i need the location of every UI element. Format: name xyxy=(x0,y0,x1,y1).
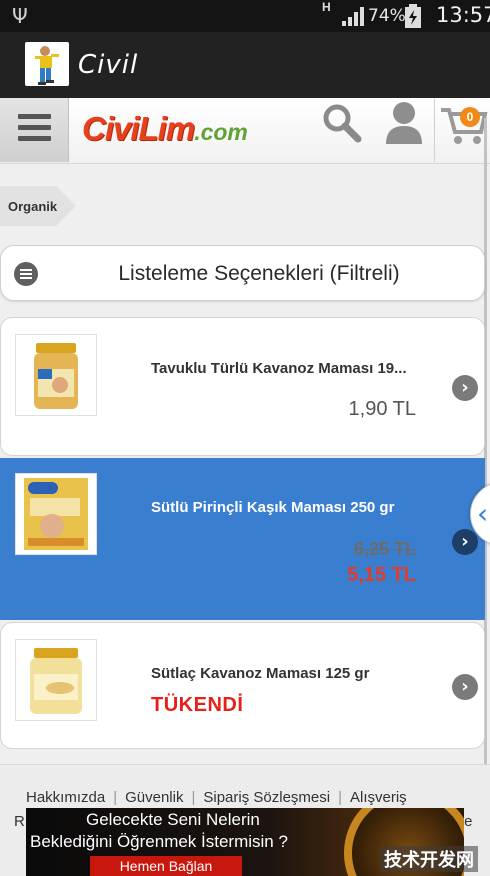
status-bar: Ψ H 74% 13:57 xyxy=(0,0,490,32)
network-type: H xyxy=(322,0,331,14)
product-row-selected[interactable]: Sütlü Pirinçli Kaşık Maması 250 gr 6,25 … xyxy=(0,458,485,620)
user-icon[interactable] xyxy=(382,100,426,146)
site-logo[interactable]: CiviLim.com xyxy=(82,110,248,148)
filter-title: Listeleme Seçenekleri (Filtreli) xyxy=(118,262,400,285)
filter-bar[interactable]: Listeleme Seçenekleri (Filtreli) xyxy=(0,245,485,301)
site-header: CiviLim.com xyxy=(0,98,490,164)
cart-icon xyxy=(441,108,488,144)
footer-link-order-agreement[interactable]: Sipariş Sözleşmesi xyxy=(203,789,330,806)
product-name: Tavuklu Türlü Kavanoz Maması 19... xyxy=(151,360,407,377)
product-image xyxy=(15,334,97,416)
site-logo-main: CiviLim xyxy=(82,110,195,147)
footer-link-shopping[interactable]: Alışveriş xyxy=(350,789,407,806)
app-bar: Civil xyxy=(0,32,490,98)
cereal-box-icon xyxy=(24,478,88,550)
list-icon xyxy=(14,262,38,286)
baby-food-jar-icon xyxy=(34,343,78,409)
chevron-right-icon[interactable]: › xyxy=(452,674,478,700)
hamburger-icon xyxy=(18,114,51,119)
ad-subline: Beklediğini Öğrenmek İstermisin ? xyxy=(30,832,288,851)
kid-figure-icon xyxy=(35,46,59,85)
product-name: Sütlü Pirinçli Kaşık Maması 250 gr xyxy=(151,499,395,516)
footer-link-security[interactable]: Güvenlik xyxy=(125,789,183,806)
signal-icon xyxy=(342,7,364,26)
product-row[interactable]: Tavuklu Türlü Kavanoz Maması 19... 1,90 … xyxy=(0,317,485,456)
cart-count-badge: 0 xyxy=(460,107,480,127)
product-image xyxy=(15,639,97,721)
clock: 13:57 xyxy=(436,3,490,27)
footer-link-about[interactable]: Hakkımızda xyxy=(26,789,105,806)
footer-links: Hakkımızda | Güvenlik | Sipariş Sözleşmesi | A… xyxy=(26,789,407,806)
watermark: 技术开发网 xyxy=(380,846,478,872)
ad-cta-button[interactable]: Hemen Bağlan xyxy=(90,856,242,876)
product-name: Sütlaç Kavanoz Maması 125 gr xyxy=(151,665,370,682)
sold-out-label: TÜKENDİ xyxy=(151,694,244,716)
product-old-price: 6,25 TL xyxy=(353,539,416,559)
pudding-jar-icon xyxy=(30,648,82,714)
breadcrumb-label[interactable]: Organik xyxy=(8,199,57,214)
product-sale-price: 5,15 TL xyxy=(347,564,416,586)
battery-icon xyxy=(405,4,421,28)
footer-text-fragment: R xyxy=(14,813,25,830)
app-title: Civil xyxy=(78,50,139,80)
app-logo[interactable] xyxy=(25,42,69,86)
chevron-right-icon[interactable]: › xyxy=(452,375,478,401)
product-row[interactable]: Sütlaç Kavanoz Maması 125 gr TÜKENDİ › xyxy=(0,622,485,749)
search-icon[interactable] xyxy=(320,102,364,146)
cart-button[interactable] xyxy=(434,98,490,162)
site-logo-suffix: .com xyxy=(194,119,248,145)
ad-headline: Gelecekte Seni Nelerin xyxy=(86,810,260,829)
chevron-right-icon[interactable]: › xyxy=(452,529,478,555)
usb-icon: Ψ xyxy=(12,4,28,28)
chevron-left-icon: ‹ xyxy=(477,497,489,530)
product-image xyxy=(15,473,97,555)
battery-percent: 74% xyxy=(368,6,406,26)
product-price: 1,90 TL xyxy=(348,398,416,420)
menu-button[interactable] xyxy=(0,98,69,162)
